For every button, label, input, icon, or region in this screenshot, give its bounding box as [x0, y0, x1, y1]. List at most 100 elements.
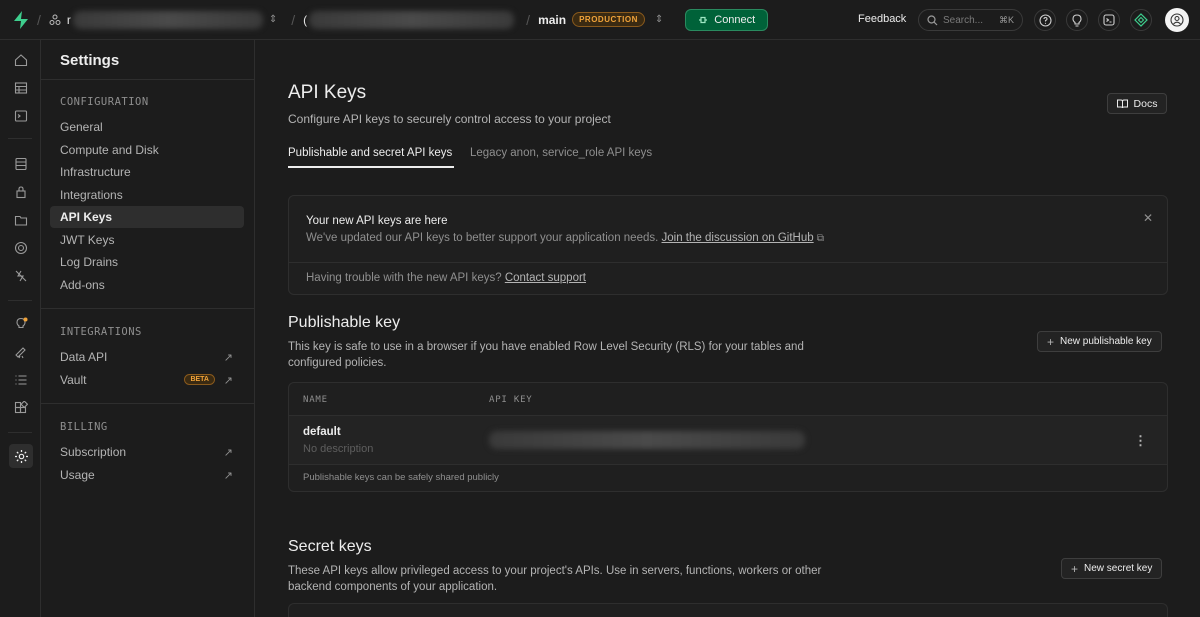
section-heading-integrations: INTEGRATIONS [60, 326, 142, 338]
section-heading-configuration: CONFIGURATION [60, 96, 149, 108]
publishable-key-description: This key is safe to use in a browser if … [288, 341, 804, 369]
page-subtitle: Configure API keys to securely control a… [288, 112, 611, 126]
home-icon[interactable] [11, 50, 31, 70]
new-secret-key-label: New secret key [1084, 563, 1153, 574]
sidebar-item-data-api[interactable]: Data API ↗ [50, 346, 244, 368]
branch-name[interactable]: main [538, 13, 566, 27]
new-api-keys-notice: Your new API keys are here We've updated… [288, 195, 1168, 295]
organization-switcher-chevron-icon[interactable]: ⇕ [269, 14, 277, 25]
search-shortcut: ⌘K [998, 14, 1014, 25]
external-link-icon: ↗ [223, 374, 233, 387]
plus-icon: + [1071, 561, 1079, 576]
sidebar-item-label: Usage [60, 468, 95, 482]
notice-body-text: We've updated our API keys to better sup… [306, 232, 659, 244]
user-icon [1170, 13, 1184, 27]
new-publishable-key-button[interactable]: + New publishable key [1037, 331, 1162, 352]
advisors-icon[interactable] [11, 314, 31, 334]
settings-sidebar: Settings CONFIGURATION General Compute a… [41, 40, 255, 617]
whats-new-button[interactable] [1066, 9, 1088, 31]
sql-editor-icon[interactable] [11, 106, 31, 126]
table-footer-note: Publishable keys can be safely shared pu… [303, 472, 499, 483]
rail-divider [8, 300, 32, 301]
contact-support-link[interactable]: Contact support [505, 272, 586, 284]
feedback-button[interactable]: Feedback [858, 13, 906, 25]
sidebar-item-general[interactable]: General [50, 116, 244, 138]
sidebar-item-label: Data API [60, 350, 108, 364]
sidebar-item-api-keys[interactable]: API Keys [50, 206, 244, 228]
active-tab-indicator [288, 166, 454, 168]
tab-publishable-and-secret-keys[interactable]: Publishable and secret API keys [288, 147, 452, 159]
external-link-icon: ↗ [223, 446, 233, 459]
publishable-key-title: Publishable key [288, 314, 401, 331]
new-publishable-key-label: New publishable key [1060, 336, 1152, 347]
sidebar-item-infrastructure[interactable]: Infrastructure [50, 161, 244, 183]
integrations-icon[interactable] [11, 398, 31, 418]
secret-keys-title: Secret keys [288, 538, 372, 555]
supabase-logo-icon[interactable] [13, 10, 29, 29]
branch-switcher-chevron-icon[interactable]: ⇕ [655, 14, 663, 25]
sidebar-divider [41, 308, 255, 309]
section-heading-billing: BILLING [60, 421, 108, 433]
organization-name[interactable]: r [67, 13, 71, 27]
project-name[interactable]: ( [303, 13, 307, 27]
docs-button[interactable]: Docs [1107, 93, 1167, 114]
sidebar-item-compute-and-disk[interactable]: Compute and Disk [50, 139, 244, 161]
key-name: default [303, 426, 341, 438]
sidebar-divider [41, 403, 255, 404]
user-avatar[interactable] [1165, 8, 1189, 32]
realtime-icon[interactable] [11, 238, 31, 258]
sidebar-item-usage[interactable]: Usage ↗ [50, 464, 244, 486]
key-description: No description [303, 443, 374, 455]
column-header-api-key: API KEY [489, 395, 533, 405]
notice-body: We've updated our API keys to better sup… [306, 232, 824, 244]
external-link-icon: ↗ [223, 469, 233, 482]
page-title: API Keys [288, 82, 367, 103]
notice-footer-text: Having trouble with the new API keys? [306, 272, 502, 284]
tab-legacy-keys[interactable]: Legacy anon, service_role API keys [470, 147, 652, 159]
search-input[interactable]: Search... ⌘K [918, 9, 1023, 31]
plus-icon: + [1047, 334, 1055, 349]
sidebar-item-add-ons[interactable]: Add-ons [50, 274, 244, 296]
column-header-name: NAME [303, 395, 328, 405]
database-icon[interactable] [11, 154, 31, 174]
sidebar-item-log-drains[interactable]: Log Drains [50, 251, 244, 273]
search-placeholder: Search... [943, 14, 984, 26]
breadcrumb-separator: / [37, 11, 41, 28]
sidebar-item-jwt-keys[interactable]: JWT Keys [50, 229, 244, 251]
help-button[interactable] [1034, 9, 1056, 31]
more-options-icon[interactable]: ⋮ [1134, 433, 1147, 449]
sidebar-divider [41, 79, 255, 80]
project-name-redacted [309, 10, 515, 29]
storage-icon[interactable] [11, 210, 31, 230]
icon-rail [0, 40, 41, 617]
organization-icon [49, 14, 61, 25]
assistant-diamond-icon [1134, 13, 1148, 27]
table-editor-icon[interactable] [11, 78, 31, 98]
sidebar-item-integrations[interactable]: Integrations [50, 184, 244, 206]
authentication-icon[interactable] [11, 182, 31, 202]
plug-icon [699, 16, 708, 23]
github-discussion-link[interactable]: Join the discussion on GitHub [662, 232, 814, 244]
sidebar-item-vault[interactable]: Vault BETA ↗ [50, 369, 244, 391]
api-key-value-redacted[interactable] [489, 431, 805, 449]
production-badge: PRODUCTION [572, 12, 645, 27]
terminal-icon [1103, 14, 1115, 26]
breadcrumb-separator: / [526, 11, 531, 28]
observability-icon[interactable] [11, 342, 31, 362]
connect-button[interactable]: Connect [685, 8, 769, 31]
lightbulb-icon [1072, 13, 1082, 27]
book-icon [1116, 99, 1128, 108]
docs-label: Docs [1133, 97, 1158, 110]
sql-editor-button[interactable] [1098, 9, 1120, 31]
sidebar-item-subscription[interactable]: Subscription ↗ [50, 441, 244, 463]
rail-divider [8, 138, 32, 139]
table-divider [289, 464, 1167, 465]
external-link-icon: ⧉ [816, 233, 824, 244]
logs-icon[interactable] [11, 370, 31, 390]
edge-functions-icon[interactable] [11, 266, 31, 286]
close-icon[interactable]: ✕ [1143, 211, 1153, 225]
assistant-button[interactable] [1130, 9, 1152, 31]
new-secret-key-button[interactable]: + New secret key [1061, 558, 1163, 579]
settings-icon[interactable] [9, 444, 33, 468]
sidebar-title: Settings [60, 52, 120, 69]
